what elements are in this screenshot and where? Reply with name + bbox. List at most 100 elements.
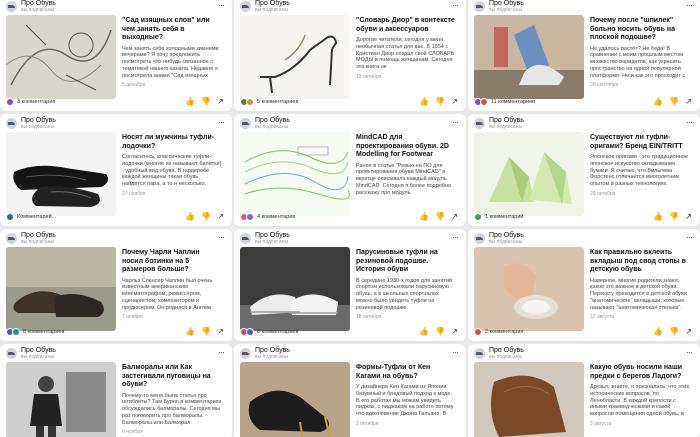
channel-name[interactable]: Про Обувь bbox=[21, 0, 56, 7]
channel-name[interactable]: Про Обувь bbox=[21, 232, 56, 239]
article-thumbnail[interactable] bbox=[474, 132, 584, 216]
article-thumbnail[interactable] bbox=[6, 247, 116, 331]
thumb-down-icon[interactable]: 👎 bbox=[669, 97, 679, 106]
channel-header[interactable]: Про Обувь вы подписаны bbox=[6, 347, 56, 363]
article-title[interactable]: Существуют ли туфли-оригами? Бренд EIN/T… bbox=[590, 134, 690, 151]
more-icon[interactable]: ··· bbox=[218, 233, 225, 242]
more-icon[interactable]: ··· bbox=[686, 233, 693, 242]
thumb-up-icon[interactable]: 👍 bbox=[419, 327, 429, 336]
channel-header[interactable]: Про Обувь вы подписаны bbox=[6, 232, 56, 248]
channel-header[interactable]: Про Обувь вы подписаны bbox=[6, 117, 56, 133]
article-title[interactable]: Парусиновые туфли на резиновой подошве. … bbox=[356, 249, 456, 275]
article-title[interactable]: Формы-Туфли от Кен Кагами на обувь? bbox=[356, 364, 456, 381]
channel-name[interactable]: Про Обувь bbox=[255, 347, 290, 354]
share-icon[interactable]: ↗ bbox=[217, 97, 224, 106]
thumb-down-icon[interactable]: 👎 bbox=[201, 327, 211, 336]
share-icon[interactable]: ↗ bbox=[685, 97, 692, 106]
article-card[interactable]: Про Обувь вы подписаны ··· Балморалы или … bbox=[0, 344, 232, 437]
article-card[interactable]: Про Обувь вы подписаны ··· Почему Чарли Ч… bbox=[0, 229, 232, 341]
share-icon[interactable]: ↗ bbox=[217, 212, 224, 221]
article-card[interactable]: Про Обувь вы подписаны ··· Почему после "… bbox=[468, 0, 700, 111]
article-thumbnail[interactable] bbox=[474, 247, 584, 331]
article-card[interactable]: Про Обувь вы подписаны ··· Существуют ли … bbox=[468, 114, 700, 226]
more-icon[interactable]: ··· bbox=[452, 348, 459, 357]
article-thumbnail[interactable] bbox=[6, 15, 116, 99]
article-title[interactable]: Почему после "шпилек" больно носить обув… bbox=[590, 17, 690, 43]
comment-input[interactable]: Комментарий... bbox=[17, 214, 56, 220]
thumb-up-icon[interactable]: 👍 bbox=[653, 327, 663, 336]
channel-header[interactable]: Про Обувь вы подписаны bbox=[474, 232, 524, 248]
article-title[interactable]: Носят ли мужчины туфли-лодочки? bbox=[122, 134, 222, 151]
thumb-up-icon[interactable]: 👍 bbox=[419, 97, 429, 106]
more-icon[interactable]: ··· bbox=[686, 118, 693, 127]
thumb-down-icon[interactable]: 👎 bbox=[435, 327, 445, 336]
channel-name[interactable]: Про Обувь bbox=[489, 347, 524, 354]
article-thumbnail[interactable] bbox=[240, 362, 350, 437]
channel-name[interactable]: Про Обувь bbox=[489, 117, 524, 124]
channel-header[interactable]: Про Обувь вы подписаны bbox=[474, 0, 524, 16]
thumb-down-icon[interactable]: 👎 bbox=[669, 212, 679, 221]
article-card[interactable]: Про Обувь вы подписаны ··· Как правильно … bbox=[468, 229, 700, 341]
thumb-down-icon[interactable]: 👎 bbox=[435, 97, 445, 106]
thumb-up-icon[interactable]: 👍 bbox=[653, 212, 663, 221]
article-title[interactable]: MindCAD для проектирования обуви. 2D Mod… bbox=[356, 134, 456, 160]
comments-link[interactable]: 8 комментариев bbox=[23, 329, 64, 335]
channel-name[interactable]: Про Обувь bbox=[21, 117, 56, 124]
channel-name[interactable]: Про Обувь bbox=[255, 232, 290, 239]
more-icon[interactable]: ··· bbox=[686, 1, 693, 10]
channel-header[interactable]: Про Обувь вы подписаны bbox=[474, 347, 524, 363]
share-icon[interactable]: ↗ bbox=[685, 212, 692, 221]
channel-name[interactable]: Про Обувь bbox=[255, 117, 290, 124]
channel-header[interactable]: Про Обувь вы подписаны bbox=[6, 0, 56, 16]
article-card[interactable]: Про Обувь вы подписаны ··· MindCAD для пр… bbox=[234, 114, 466, 226]
more-icon[interactable]: ··· bbox=[452, 1, 459, 10]
article-thumbnail[interactable] bbox=[240, 247, 350, 331]
article-title[interactable]: "Словарь Диор" в контексте обуви и аксес… bbox=[356, 17, 456, 34]
article-title[interactable]: Почему Чарли Чаплин носил ботинки на 5 р… bbox=[122, 249, 222, 275]
share-icon[interactable]: ↗ bbox=[451, 97, 458, 106]
article-card[interactable]: Про Обувь вы подписаны ··· Формы-Туфли от… bbox=[234, 344, 466, 437]
channel-header[interactable]: Про Обувь вы подписаны bbox=[474, 117, 524, 133]
article-title[interactable]: "Сад изящных слов" или чем занять себя в… bbox=[122, 17, 222, 43]
channel-name[interactable]: Про Обувь bbox=[21, 347, 56, 354]
comments-link[interactable]: 2 комментария bbox=[485, 329, 523, 335]
more-icon[interactable]: ··· bbox=[218, 1, 225, 10]
more-icon[interactable]: ··· bbox=[218, 348, 225, 357]
share-icon[interactable]: ↗ bbox=[217, 327, 224, 336]
thumb-up-icon[interactable]: 👍 bbox=[185, 212, 195, 221]
article-thumbnail[interactable] bbox=[240, 132, 350, 216]
article-thumbnail[interactable] bbox=[474, 15, 584, 99]
article-title[interactable]: Как правильно вклеить вкладыш под свод с… bbox=[590, 249, 690, 275]
share-icon[interactable]: ↗ bbox=[451, 212, 458, 221]
article-card[interactable]: Про Обувь вы подписаны ··· "Словарь Диор"… bbox=[234, 0, 466, 111]
article-card[interactable]: Про Обувь вы подписаны ··· Носят ли мужчи… bbox=[0, 114, 232, 226]
more-icon[interactable]: ··· bbox=[218, 118, 225, 127]
comments-link[interactable]: 11 комментариев bbox=[491, 99, 535, 105]
article-thumbnail[interactable] bbox=[474, 362, 584, 437]
comments-link[interactable]: 1 комментарий bbox=[485, 214, 524, 220]
article-card[interactable]: Про Обувь вы подписаны ··· "Сад изящных с… bbox=[0, 0, 232, 111]
thumb-down-icon[interactable]: 👎 bbox=[201, 97, 211, 106]
comments-link[interactable]: 3 комментария bbox=[17, 99, 55, 105]
channel-name[interactable]: Про Обувь bbox=[489, 0, 524, 7]
channel-name[interactable]: Про Обувь bbox=[255, 0, 290, 7]
share-icon[interactable]: ↗ bbox=[451, 327, 458, 336]
channel-header[interactable]: Про Обувь вы подписаны bbox=[240, 232, 290, 248]
channel-header[interactable]: Про Обувь вы подписаны bbox=[240, 347, 290, 363]
comments-link[interactable]: 5 комментариев bbox=[257, 99, 298, 105]
thumb-up-icon[interactable]: 👍 bbox=[653, 97, 663, 106]
comments-link[interactable]: 4 комментария bbox=[257, 214, 295, 220]
channel-name[interactable]: Про Обувь bbox=[489, 232, 524, 239]
article-title[interactable]: Балморалы или Как застегивали пуговицы н… bbox=[122, 364, 222, 390]
more-icon[interactable]: ··· bbox=[686, 348, 693, 357]
more-icon[interactable]: ··· bbox=[452, 233, 459, 242]
thumb-down-icon[interactable]: 👎 bbox=[201, 212, 211, 221]
thumb-down-icon[interactable]: 👎 bbox=[669, 327, 679, 336]
thumb-down-icon[interactable]: 👎 bbox=[435, 212, 445, 221]
channel-header[interactable]: Про Обувь вы подписаны bbox=[240, 0, 290, 16]
thumb-up-icon[interactable]: 👍 bbox=[419, 212, 429, 221]
thumb-up-icon[interactable]: 👍 bbox=[185, 327, 195, 336]
article-card[interactable]: Про Обувь вы подписаны ··· Парусиновые ту… bbox=[234, 229, 466, 341]
article-thumbnail[interactable] bbox=[6, 362, 116, 437]
article-card[interactable]: Про Обувь вы подписаны ··· Какую обувь но… bbox=[468, 344, 700, 437]
